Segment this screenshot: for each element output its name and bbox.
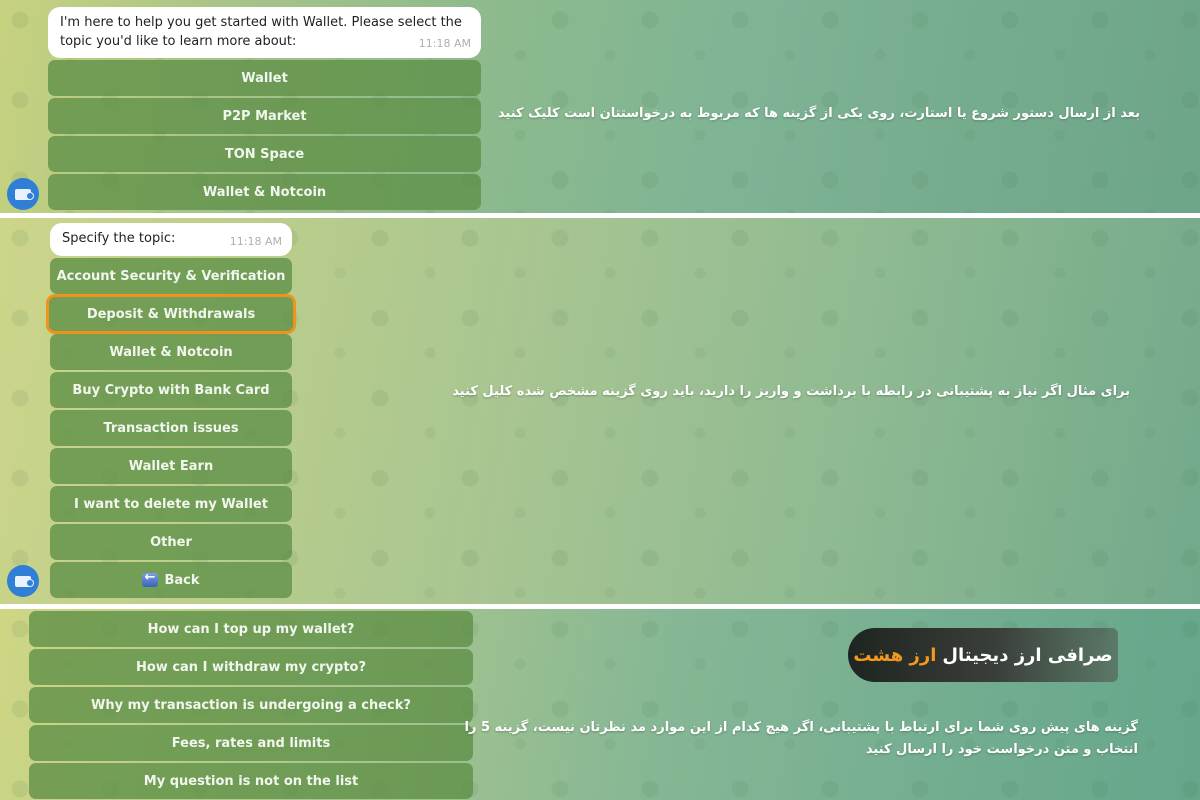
keyboard-button-fees[interactable]: Fees, rates and limits [29,725,473,761]
message-time: 11:18 AM [229,235,282,248]
keyboard-button-delete-wallet[interactable]: I want to delete my Wallet [50,486,292,522]
back-label: Back [164,572,200,588]
keyboard-button-transaction-issues[interactable]: Transaction issues [50,410,292,446]
instruction-caption: برای مثال اگر نیاز به پشتیبانی در رابطه … [452,384,1130,399]
bot-avatar[interactable] [7,565,39,597]
keyboard-button-back[interactable]: Back [50,562,292,598]
keyboard-button-transaction-check[interactable]: Why my transaction is undergoing a check… [29,687,473,723]
keyboard-button-ton-space[interactable]: TON Space [48,136,481,172]
bot-message: I'm here to help you get started with Wa… [48,7,481,58]
keyboard-button-not-on-list[interactable]: My question is not on the list [29,763,473,799]
message-time: 11:18 AM [418,37,471,50]
bot-avatar[interactable] [7,178,39,210]
brand-name: ارز هشت [853,644,937,666]
brand-title: صرافی ارز دیجیتال [942,644,1113,666]
chat-panel-start: I'm here to help you get started with Wa… [0,0,1200,213]
keyboard-button-p2p-market[interactable]: P2P Market [48,98,481,134]
keyboard-button-other[interactable]: Other [50,524,292,560]
back-arrow-icon [142,570,159,587]
instruction-caption: بعد از ارسال دستور شروع یا استارت، روی ی… [497,106,1140,121]
keyboard-button-wallet-notcoin[interactable]: Wallet & Notcoin [48,174,481,210]
brand-banner: صرافی ارز دیجیتال ارز هشت [848,628,1118,682]
message-text: Specify the topic: [62,231,176,246]
instruction-caption-line1: گزینه های پیش روی شما برای ارتباط با پشت… [464,720,1138,735]
keyboard-button-buy-crypto[interactable]: Buy Crypto with Bank Card [50,372,292,408]
chat-panel-topics: Specify the topic: 11:18 AM Account Secu… [0,218,1200,604]
wallet-icon [15,575,34,587]
keyboard-button-withdraw[interactable]: How can I withdraw my crypto? [29,649,473,685]
keyboard-button-wallet-earn[interactable]: Wallet Earn [50,448,292,484]
instruction-caption-line2: انتخاب و متن درخواست خود را ارسال کنید [865,742,1138,757]
keyboard-button-account-security[interactable]: Account Security & Verification [50,258,292,294]
wallet-icon [15,188,34,200]
bot-message: Specify the topic: 11:18 AM [50,223,292,256]
keyboard-button-wallet-notcoin[interactable]: Wallet & Notcoin [50,334,292,370]
keyboard-button-wallet[interactable]: Wallet [48,60,481,96]
keyboard-button-top-up[interactable]: How can I top up my wallet? [29,611,473,647]
keyboard-button-deposit-withdrawals[interactable]: Deposit & Withdrawals [46,294,296,334]
message-text: I'm here to help you get started with Wa… [60,15,462,49]
